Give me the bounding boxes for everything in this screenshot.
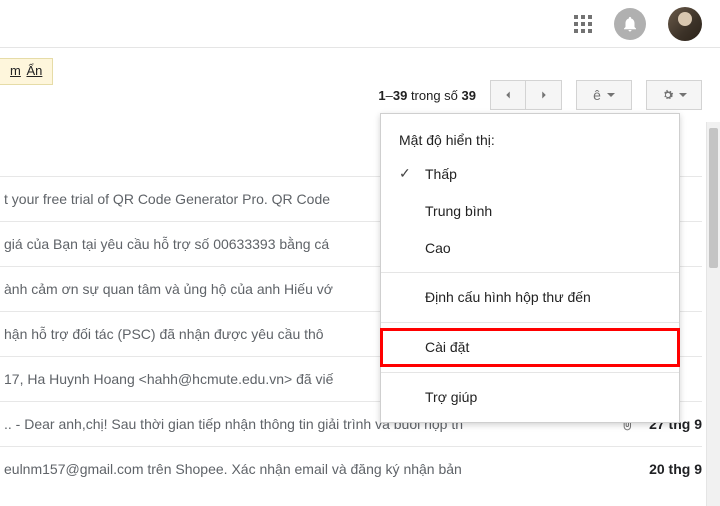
promo-tab-frag2[interactable]: Ẩn — [26, 63, 42, 78]
bell-icon — [621, 15, 639, 33]
caret-down-icon — [679, 93, 687, 97]
menu-item-label: Cao — [425, 240, 451, 256]
menu-separator — [381, 372, 679, 373]
promo-tab-fragment: m Ẩn — [0, 58, 53, 85]
email-row[interactable]: eulnm157@gmail.com trên Shopee. Xác nhận… — [0, 446, 702, 491]
caret-down-icon — [607, 93, 615, 97]
density-header: Mật độ hiển thị: — [381, 122, 679, 156]
account-avatar[interactable] — [668, 7, 702, 41]
menu-item-label: Trợ giúp — [425, 389, 477, 405]
next-page-button[interactable] — [526, 80, 562, 110]
menu-item-label: Cài đặt — [425, 339, 469, 355]
gear-icon — [661, 88, 675, 102]
email-snippet: eulnm157@gmail.com trên Shopee. Xác nhận… — [4, 461, 635, 477]
menu-item-label: Trung bình — [425, 203, 492, 219]
top-app-bar — [0, 0, 720, 48]
settings-item[interactable]: Cài đặt — [381, 329, 679, 366]
menu-item-label: Thấp — [425, 166, 457, 182]
menu-item-label: Định cấu hình hộp thư đến — [425, 289, 591, 305]
menu-separator — [381, 272, 679, 273]
input-tools-button[interactable]: ê — [576, 80, 632, 110]
settings-dropdown: Mật độ hiển thị: Thấp Trung bình Cao Địn… — [380, 113, 680, 423]
vertical-scrollbar[interactable] — [706, 122, 720, 506]
density-medium[interactable]: Trung bình — [381, 193, 679, 230]
email-date: 20 thg 9 — [649, 461, 702, 477]
chevron-left-icon — [501, 88, 515, 102]
promo-tab-frag1: m — [10, 63, 21, 78]
chevron-right-icon — [537, 88, 551, 102]
density-high[interactable]: Cao — [381, 230, 679, 267]
apps-grid-icon[interactable] — [574, 15, 592, 33]
input-tools-letter: ê — [593, 87, 601, 103]
pagination-count: 1–39 trong số 39 — [378, 88, 476, 103]
settings-gear-button[interactable] — [646, 80, 702, 110]
configure-inbox[interactable]: Định cấu hình hộp thư đến — [381, 279, 679, 316]
prev-page-button[interactable] — [490, 80, 526, 110]
help-item[interactable]: Trợ giúp — [381, 379, 679, 416]
pager-group — [490, 80, 562, 110]
menu-separator — [381, 322, 679, 323]
density-low[interactable]: Thấp — [381, 156, 679, 193]
scrollbar-thumb[interactable] — [709, 128, 718, 268]
notifications-button[interactable] — [614, 8, 646, 40]
list-toolbar: 1–39 trong số 39 ê — [378, 80, 702, 110]
